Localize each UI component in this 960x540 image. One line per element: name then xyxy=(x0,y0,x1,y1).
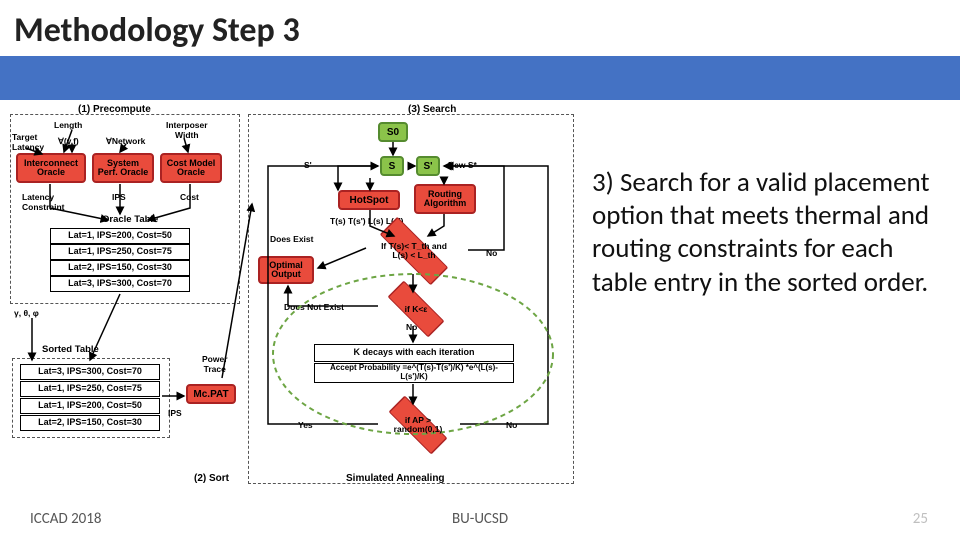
lbl-cost: Cost xyxy=(180,192,199,202)
otrow-3: Lat=3, IPS=300, Cost=70 xyxy=(50,276,190,292)
slide-title: Methodology Step 3 xyxy=(14,10,300,51)
lbl-oracle-table: Oracle Table xyxy=(102,214,158,225)
footer: ICCAD 2018 BU-UCSD 25 xyxy=(0,500,960,540)
lbl-vf: ∀(v,f) xyxy=(58,136,79,147)
group-sort-label: (2) Sort xyxy=(194,473,229,484)
otrow-2: Lat=2, IPS=150, Cost=30 xyxy=(50,260,190,276)
lbl-sorted-table: Sorted Table xyxy=(42,344,99,355)
box-mcpat: Mc.PAT xyxy=(186,384,236,404)
box-interconnect-oracle: Interconnect Oracle xyxy=(16,153,86,183)
lbl-new-s: New S* xyxy=(448,160,477,170)
lbl-no2: No xyxy=(406,322,417,332)
dia-thermal-cond: If T(s)< T_th and L(s) < L_th xyxy=(364,226,464,276)
group-precompute-label: (1) Precompute xyxy=(78,104,151,115)
box-hotspot: HotSpot xyxy=(338,190,400,210)
lbl-ips: IPS xyxy=(112,192,126,202)
lbl-length: Length xyxy=(54,120,82,130)
box-s0: S0 xyxy=(378,122,408,142)
lbl-latency-constraint: Latency Constraint xyxy=(22,192,65,212)
lbl-sprime-l: S' xyxy=(304,160,312,170)
lbl-gtp: γ, θ, φ xyxy=(14,308,39,318)
box-accept-prob: Accept Probability =e^(T(s)-T(s')/K) *e^… xyxy=(314,363,514,383)
otrow-1: Lat=1, IPS=250, Cost=75 xyxy=(50,244,190,260)
otrow-0: Lat=1, IPS=200, Cost=50 xyxy=(50,228,190,244)
dia-ap: if AP > random(0,1) xyxy=(376,402,460,448)
box-optimal-output: Optimal Output xyxy=(258,256,314,284)
box-s: S xyxy=(380,156,404,176)
lbl-yes: Yes xyxy=(298,420,313,430)
strow-0: Lat=3, IPS=300, Cost=70 xyxy=(20,364,160,380)
box-cost-model-oracle: Cost Model Oracle xyxy=(160,153,222,183)
lbl-target-latency: Target Latency xyxy=(12,132,44,152)
group-search-label: (3) Search xyxy=(408,104,456,115)
lbl-does-not-exist: Does Not Exist xyxy=(284,302,344,312)
lbl-network: ∀Network xyxy=(106,136,145,147)
strow-3: Lat=2, IPS=150, Cost=30 xyxy=(20,415,160,431)
box-routing-alg: Routing Algorithm xyxy=(414,184,476,214)
title-banner xyxy=(0,56,960,100)
strow-2: Lat=1, IPS=200, Cost=50 xyxy=(20,398,160,414)
lbl-power-trace: Power Trace xyxy=(202,354,228,374)
footer-center: BU-UCSD xyxy=(0,510,960,528)
lbl-does-exist: Does Exist xyxy=(270,234,313,244)
lbl-no3: No xyxy=(506,420,517,430)
lbl-interposer-width: Interposer Width xyxy=(166,120,208,140)
methodology-diagram: (1) Precompute (3) Search (2) Sort Simul… xyxy=(8,108,583,488)
box-sprime-r: S' xyxy=(416,156,440,176)
box-sys-perf-oracle: System Perf. Oracle xyxy=(92,153,154,183)
lbl-ips2: IPS xyxy=(168,408,182,418)
group-sa-label: Simulated Annealing xyxy=(346,473,445,484)
box-kdecay: K decays with each iteration xyxy=(314,344,514,362)
lbl-no1: No xyxy=(486,248,497,258)
body-copy: 3) Search for a valid placement option t… xyxy=(592,166,937,299)
strow-1: Lat=1, IPS=250, Cost=75 xyxy=(20,381,160,397)
footer-page: 25 xyxy=(913,510,928,528)
